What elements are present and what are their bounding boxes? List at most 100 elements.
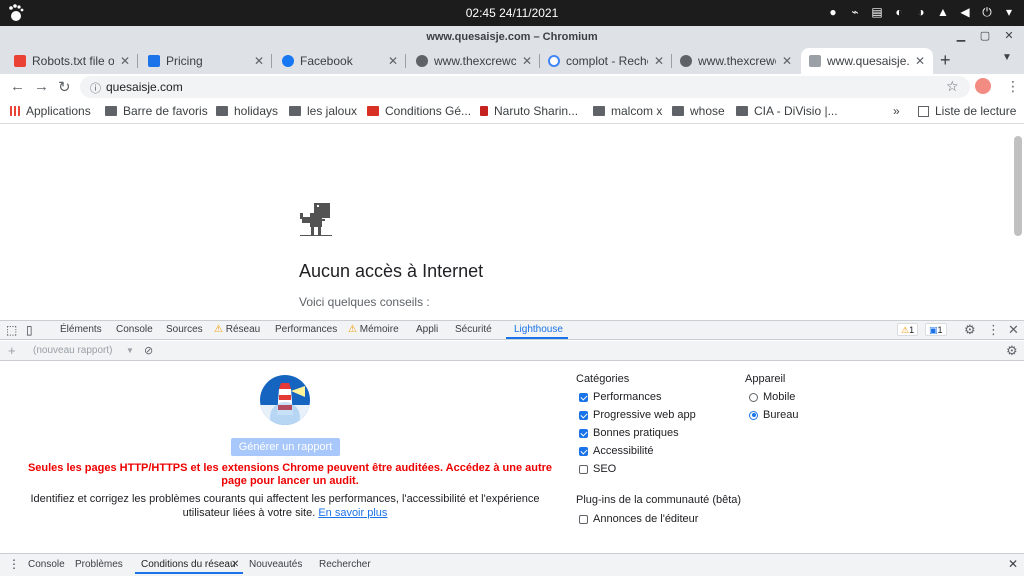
tab-elements[interactable]: Éléments	[60, 324, 102, 335]
checkbox[interactable]	[579, 428, 588, 438]
add-report-plus-icon[interactable]: +	[8, 343, 16, 358]
avatar[interactable]	[975, 78, 991, 94]
tab-facebook[interactable]: Facebook ✕	[274, 48, 406, 74]
notification-bell-icon[interactable]: ▲	[936, 5, 950, 19]
bookmark-malcom-x[interactable]: malcom x	[593, 104, 662, 118]
settings-gear-icon[interactable]: ⚙	[964, 322, 976, 338]
network-off-icon[interactable]: ⌁	[848, 5, 862, 19]
tab-thexcrew-1[interactable]: www.thexcrewc ✕	[408, 48, 540, 74]
bookmarks-overflow-button[interactable]: »	[893, 104, 900, 118]
close-icon[interactable]: ✕	[522, 54, 532, 68]
drawer-tab-network-conditions[interactable]: Conditions du réseau	[141, 559, 236, 570]
volume-icon[interactable]: ◀	[958, 5, 972, 19]
address-bar[interactable]: ⓘ quesaisje.com	[80, 76, 970, 98]
tab-sources[interactable]: Sources	[166, 324, 203, 335]
bookmark-cia[interactable]: CIA - DiVisio |...	[736, 104, 838, 118]
tab-network[interactable]: ⚠ Réseau	[214, 324, 260, 335]
tab-complot[interactable]: complot - Reche ✕	[540, 48, 672, 74]
close-icon[interactable]: ✕	[782, 54, 792, 68]
clear-reports-icon[interactable]: ⊘	[144, 344, 153, 357]
new-tab-plus-icon[interactable]: +	[940, 50, 951, 71]
device-mobile[interactable]: Mobile	[749, 391, 795, 403]
checkbox[interactable]	[579, 464, 588, 474]
minimize-icon[interactable]: ▁	[954, 29, 968, 43]
report-selector[interactable]: (nouveau rapport)	[33, 345, 113, 356]
tab-thexcrew-2[interactable]: www.thexcrewc ✕	[672, 48, 800, 74]
bookmark-les-jaloux[interactable]: les jaloux	[289, 104, 357, 118]
tab-security[interactable]: Sécurité	[455, 324, 492, 335]
close-icon[interactable]: ✕	[254, 54, 264, 68]
reading-list-button[interactable]: Liste de lecture	[918, 104, 1016, 118]
tab-quesaisje[interactable]: www.quesaisje. ✕	[801, 48, 933, 74]
category-best-practices[interactable]: Bonnes pratiques	[579, 427, 679, 439]
checkbox[interactable]	[579, 514, 588, 524]
tab-application[interactable]: Appli	[416, 324, 438, 335]
close-window-icon[interactable]: ✕	[1002, 29, 1016, 43]
generate-report-button[interactable]: Générer un rapport	[231, 438, 340, 456]
warnings-badge[interactable]: ⚠1	[897, 323, 919, 336]
bookmark-naruto[interactable]: Naruto Sharin...	[480, 104, 578, 118]
drawer-tab-search[interactable]: Rechercher	[319, 559, 371, 570]
tab-robots[interactable]: Robots.txt file o ✕	[6, 48, 138, 74]
tab-lighthouse[interactable]: Lighthouse	[514, 324, 563, 335]
info-icon[interactable]: ⓘ	[90, 80, 101, 96]
checkbox[interactable]	[579, 392, 588, 402]
power-icon[interactable]: ⏻	[980, 5, 994, 19]
drawer-tab-issues[interactable]: Problèmes	[75, 559, 123, 570]
drawer-menu-kebab-icon[interactable]: ⋮	[8, 557, 20, 571]
radio-button[interactable]	[749, 410, 758, 420]
bookmark-star-icon[interactable]: ☆	[946, 78, 959, 95]
maximize-icon[interactable]: ▢	[978, 29, 992, 43]
checkbox[interactable]	[579, 446, 588, 456]
page-scrollbar[interactable]	[1014, 136, 1022, 236]
globe-icon	[416, 55, 428, 67]
drawer-tab-whats-new[interactable]: Nouveautés	[249, 559, 302, 570]
inspect-element-icon[interactable]: ⬚	[6, 323, 17, 337]
theme-icon[interactable]: ◑	[914, 5, 928, 19]
checkbox[interactable]	[579, 410, 588, 420]
category-pwa[interactable]: Progressive web app	[579, 409, 696, 421]
tab-label: Pricing	[166, 54, 203, 68]
close-drawer-icon[interactable]: ✕	[1008, 557, 1018, 571]
devtools-menu-kebab-icon[interactable]: ⋮	[987, 322, 1000, 338]
bookmark-whose[interactable]: whose	[672, 104, 725, 118]
tab-search-chevron-icon[interactable]: ▼	[1002, 52, 1012, 63]
folder-icon	[216, 106, 228, 116]
tab-performance[interactable]: Performances	[275, 324, 337, 335]
url-text[interactable]: quesaisje.com	[106, 80, 183, 94]
bookmark-conditions[interactable]: Conditions Gé...	[367, 104, 471, 118]
close-icon[interactable]: ✕	[915, 54, 925, 68]
forward-arrow-icon[interactable]: →	[34, 78, 49, 95]
close-icon[interactable]: ✕	[654, 54, 664, 68]
learn-more-link[interactable]: En savoir plus	[318, 507, 387, 519]
close-devtools-icon[interactable]: ✕	[1008, 322, 1019, 338]
clipboard-icon[interactable]: ▤	[870, 5, 884, 19]
tab-memory[interactable]: ⚠ Mémoire	[348, 324, 399, 335]
reload-icon[interactable]: ↻	[58, 78, 71, 96]
close-icon[interactable]: ✕	[231, 559, 239, 570]
bookmark-barre-de-favoris[interactable]: Barre de favoris	[105, 104, 208, 118]
chevron-down-icon[interactable]: ▼	[126, 346, 134, 355]
plugin-publisher-ads[interactable]: Annonces de l'éditeur	[579, 513, 698, 525]
device-desktop[interactable]: Bureau	[749, 409, 798, 421]
close-icon[interactable]: ✕	[120, 54, 130, 68]
drawer-tab-console[interactable]: Console	[28, 559, 65, 570]
radio-button[interactable]	[749, 392, 758, 402]
tab-pricing[interactable]: Pricing ✕	[140, 48, 272, 74]
category-seo[interactable]: SEO	[579, 463, 616, 475]
discord-icon[interactable]: ●	[826, 5, 840, 19]
user-menu-icon[interactable]: ▾	[1002, 5, 1016, 19]
bookmark-applications[interactable]: Applications	[10, 104, 91, 118]
back-arrow-icon[interactable]: ←	[10, 78, 25, 95]
category-performance[interactable]: Performances	[579, 391, 661, 403]
messages-badge[interactable]: ▣1	[925, 323, 947, 336]
menu-kebab-icon[interactable]: ⋮	[1006, 78, 1020, 95]
night-mode-icon[interactable]: ◐	[892, 5, 906, 19]
tab-console[interactable]: Console	[116, 324, 153, 335]
close-icon[interactable]: ✕	[388, 54, 398, 68]
plugins-heading: Plug-ins de la communauté (bêta)	[576, 494, 742, 506]
lighthouse-settings-gear-icon[interactable]: ⚙	[1006, 343, 1018, 359]
bookmark-holidays[interactable]: holidays	[216, 104, 278, 118]
device-toolbar-icon[interactable]: ▯	[26, 323, 33, 337]
category-accessibility[interactable]: Accessibilité	[579, 445, 654, 457]
